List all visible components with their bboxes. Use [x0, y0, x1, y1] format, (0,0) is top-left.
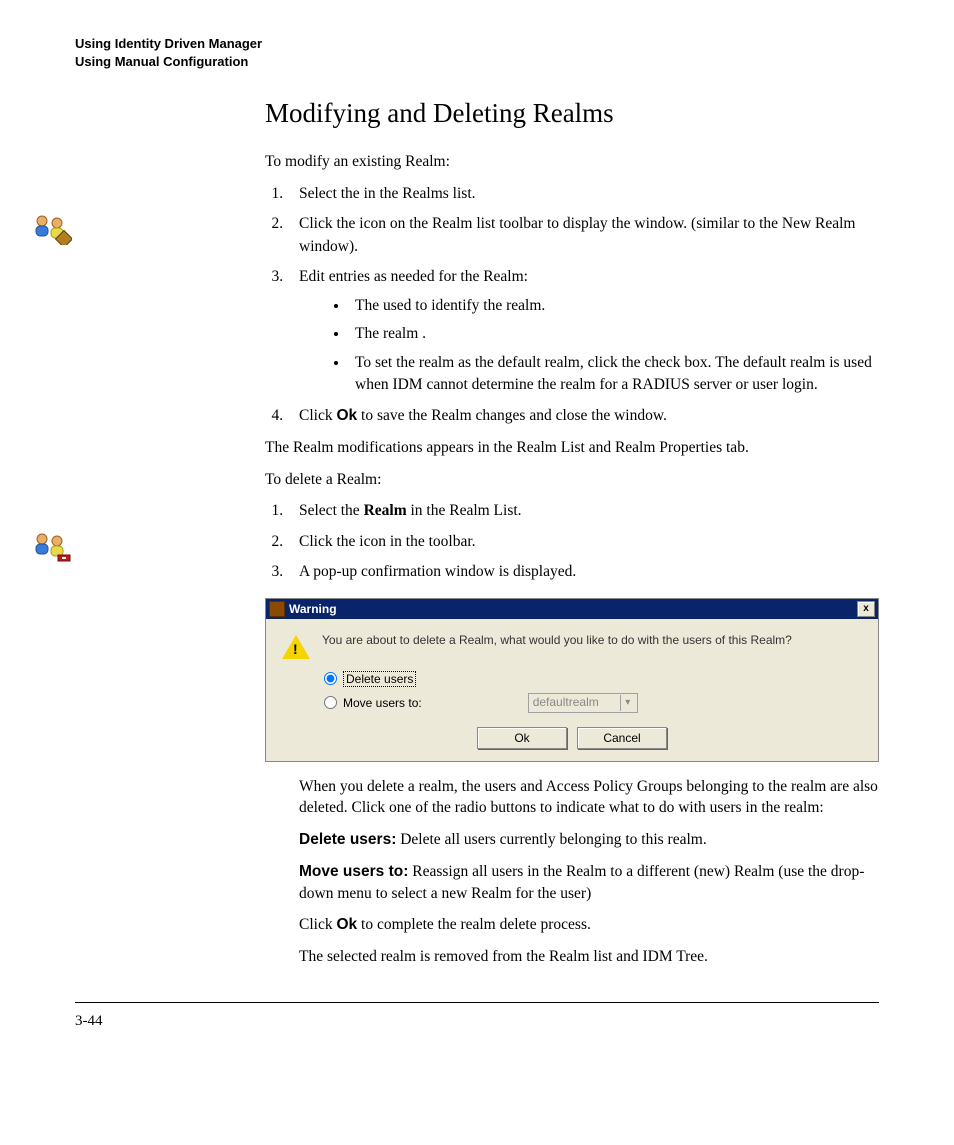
page-number: 3-44: [75, 1013, 879, 1030]
move-users-select[interactable]: defaultrealm: [528, 693, 638, 713]
close-button[interactable]: x: [857, 601, 875, 617]
after-dialog-intro: When you delete a realm, the users and A…: [299, 776, 879, 819]
radio-move-users-label: Move users to:: [343, 696, 422, 710]
delete-step-3: A pop-up confirmation window is displaye…: [287, 561, 879, 583]
edit-bullets: The used to identify the realm. The real…: [299, 295, 879, 397]
final-note: The selected realm is removed from the R…: [299, 946, 879, 968]
page-header: Using Identity Driven Manager Using Manu…: [75, 35, 879, 70]
delete-step-2: Click the icon in the toolbar.: [287, 531, 879, 553]
header-line-2: Using Manual Configuration: [75, 53, 879, 71]
modify-step-2: Click the icon on the Realm list toolbar…: [287, 213, 879, 258]
modify-step-1: Select the in the Realms list.: [287, 183, 879, 205]
move-users-desc: Move users to: Reassign all users in the…: [299, 861, 879, 904]
radio-move-users[interactable]: [324, 696, 337, 709]
warning-dialog: Warning x You are about to delete a Real…: [265, 598, 879, 762]
delete-realm-icon: [32, 529, 72, 563]
warning-icon: [282, 635, 310, 659]
intro-modify: To modify an existing Realm:: [265, 151, 879, 173]
modify-realm-icon: [32, 211, 72, 245]
intro-delete: To delete a Realm:: [265, 469, 879, 491]
ok-label: Ok: [336, 407, 357, 424]
dialog-message: You are about to delete a Realm, what wo…: [322, 633, 792, 647]
radio-delete-users-label: Delete users: [343, 671, 416, 687]
realm-bold: Realm: [364, 502, 407, 519]
ok-button[interactable]: Ok: [477, 727, 567, 749]
delete-step-1: Select the Realm in the Realm List.: [287, 500, 879, 522]
dialog-title-icon: [269, 601, 285, 617]
click-ok-desc: Click Ok to complete the realm delete pr…: [299, 914, 879, 936]
modify-step-4: Click Ok to save the Realm changes and c…: [287, 405, 879, 427]
delete-steps-list: Select the Realm in the Realm List. Clic…: [265, 500, 879, 583]
delete-users-desc: Delete users: Delete all users currently…: [299, 829, 879, 851]
bullet-name: The used to identify the realm.: [349, 295, 879, 317]
header-line-1: Using Identity Driven Manager: [75, 35, 879, 53]
modify-steps-list: Select the in the Realms list. Click the…: [265, 183, 879, 427]
radio-move-users-row[interactable]: Move users to: defaultrealm: [324, 693, 862, 713]
bullet-default: To set the realm as the default realm, c…: [349, 352, 879, 397]
bullet-description: The realm .: [349, 323, 879, 345]
dialog-title-text: Warning: [289, 602, 337, 616]
footer-rule: [75, 1002, 879, 1003]
warning-dialog-figure: Warning x You are about to delete a Real…: [265, 598, 879, 762]
after-modify: The Realm modifications appears in the R…: [265, 437, 879, 459]
radio-delete-users[interactable]: [324, 672, 337, 685]
modify-step-3: Edit entries as needed for the Realm: Th…: [287, 266, 879, 396]
radio-delete-users-row[interactable]: Delete users: [324, 671, 862, 687]
section-title: Modifying and Deleting Realms: [265, 98, 879, 129]
cancel-button[interactable]: Cancel: [577, 727, 667, 749]
dialog-titlebar: Warning x: [266, 599, 878, 619]
